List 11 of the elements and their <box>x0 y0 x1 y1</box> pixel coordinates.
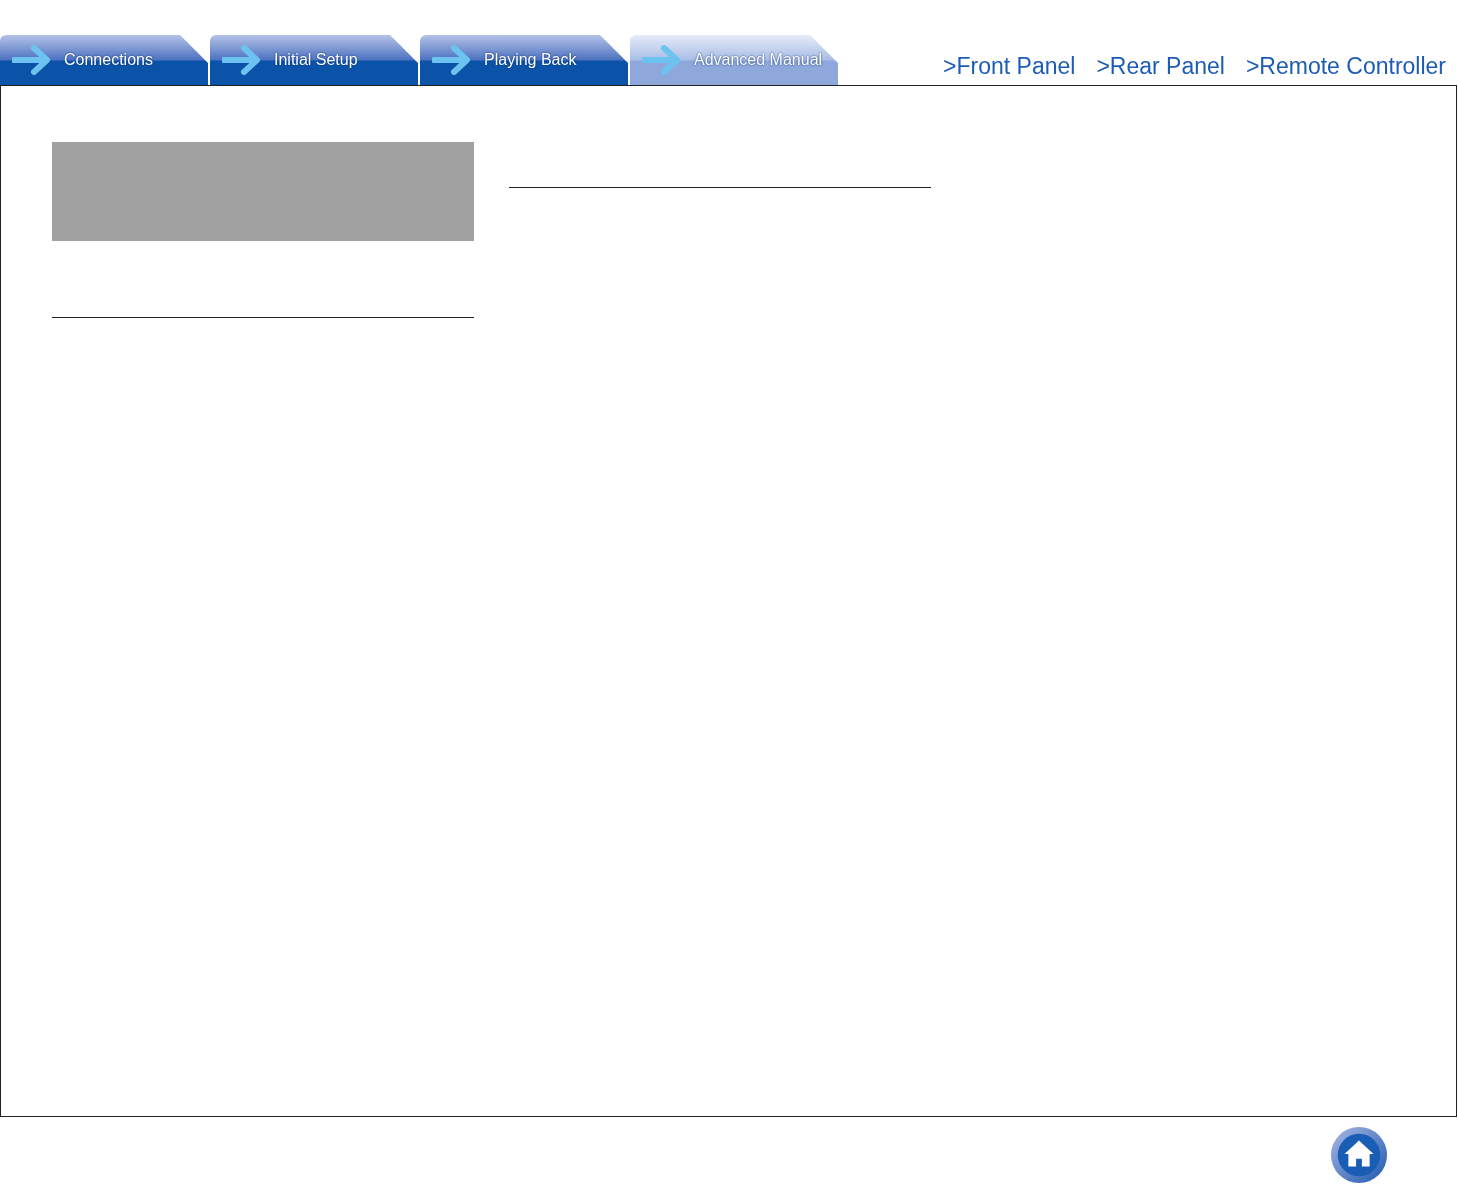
nav-link[interactable]: >Remote Controller <box>1245 53 1446 80</box>
tab[interactable]: Connections <box>0 35 208 85</box>
arrow-icon <box>222 45 262 75</box>
arrow-icon <box>12 45 52 75</box>
tab[interactable]: Initial Setup <box>210 35 418 85</box>
tab[interactable]: Playing Back <box>420 35 628 85</box>
arrow-icon <box>432 45 472 75</box>
nav-link[interactable]: >Rear Panel <box>1096 53 1225 80</box>
nav-link[interactable]: >Front Panel <box>943 53 1076 80</box>
arrow-icon <box>642 45 682 75</box>
home-icon[interactable] <box>1330 1126 1388 1184</box>
